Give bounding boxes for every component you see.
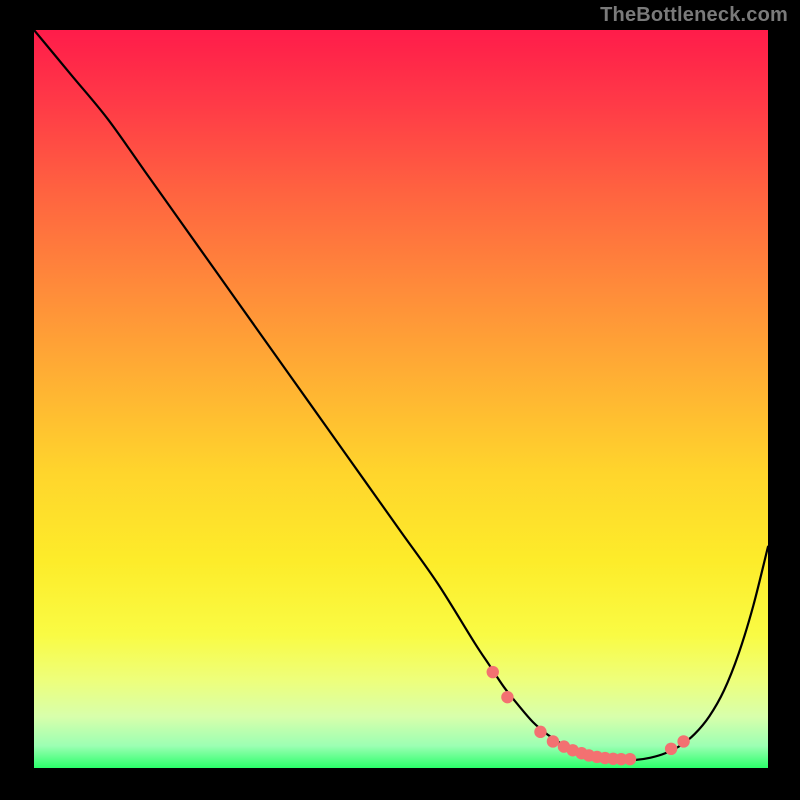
marker-dot bbox=[677, 735, 689, 747]
marker-dot bbox=[487, 666, 499, 678]
bottleneck-curve bbox=[34, 30, 768, 760]
marker-dot bbox=[547, 735, 559, 747]
marker-dot bbox=[624, 753, 636, 765]
marker-dot bbox=[665, 743, 677, 755]
curve-layer bbox=[34, 30, 768, 768]
plot-area bbox=[34, 30, 768, 768]
marker-dot bbox=[534, 726, 546, 738]
chart-container: TheBottleneck.com bbox=[0, 0, 800, 800]
marker-dot bbox=[501, 691, 513, 703]
optimal-zone-dots bbox=[487, 666, 690, 765]
attribution-label: TheBottleneck.com bbox=[600, 4, 788, 27]
